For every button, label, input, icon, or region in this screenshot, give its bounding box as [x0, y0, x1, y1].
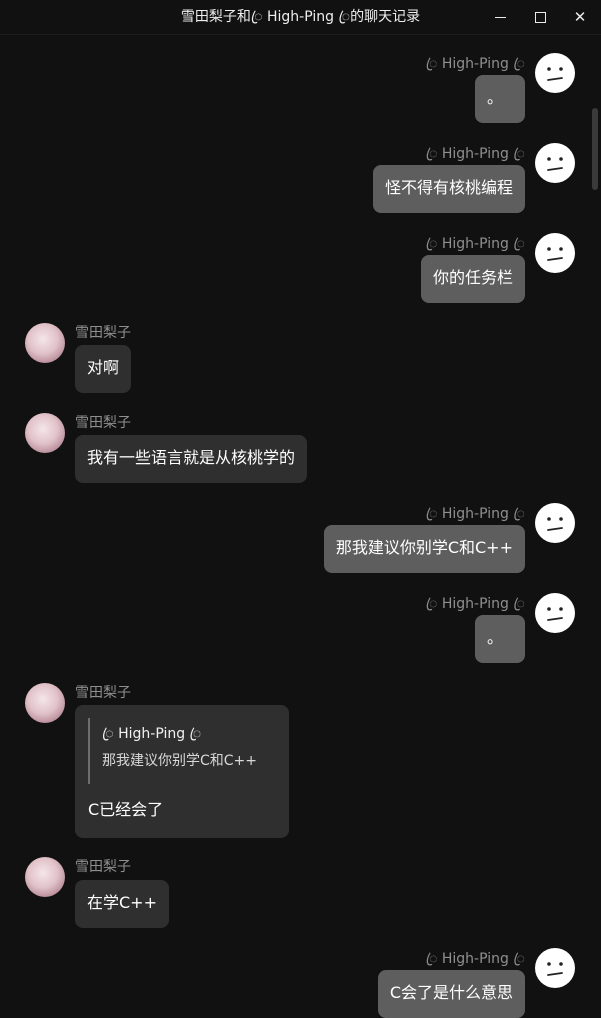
avatar[interactable]: [25, 323, 65, 363]
avatar[interactable]: [25, 413, 65, 453]
avatar[interactable]: [25, 857, 65, 897]
sender-name: 雪田梨子: [75, 859, 131, 875]
avatar[interactable]: [535, 233, 575, 273]
scrollbar-thumb[interactable]: [592, 108, 598, 190]
message-bubble[interactable]: C会了是什么意思: [377, 970, 525, 1018]
maximize-button[interactable]: [520, 0, 560, 34]
quoted-reply-bubble[interactable]: ꦿ High-Ping ꦿ 那我建议你别学C和C++ C已经会了: [75, 705, 289, 838]
message-bubble[interactable]: 对啊: [75, 345, 132, 393]
minimize-icon: [494, 17, 506, 18]
meh-face-icon: [536, 234, 574, 272]
avatar[interactable]: [535, 143, 575, 183]
quote-author: ꦿ High-Ping ꦿ: [102, 726, 202, 742]
avatar[interactable]: [25, 683, 65, 723]
avatar[interactable]: [535, 593, 575, 633]
message-bubble[interactable]: 我有一些语言就是从核桃学的: [75, 435, 308, 483]
avatar[interactable]: [535, 503, 575, 543]
meh-face-icon: [536, 504, 574, 542]
meh-face-icon: [536, 594, 574, 632]
minimize-button[interactable]: [480, 0, 520, 34]
message-bubble[interactable]: 。: [475, 615, 525, 663]
sender-name: 雪田梨子: [75, 685, 131, 701]
sender-name: 雪田梨子: [75, 415, 131, 431]
quote-text: 那我建议你别学C和C++: [102, 753, 258, 769]
reply-text: C已经会了: [88, 800, 164, 819]
message-bubble[interactable]: 在学C++: [75, 880, 169, 928]
quote-bar: [88, 718, 90, 784]
message-bubble[interactable]: 那我建议你别学C和C++: [323, 525, 525, 573]
close-button[interactable]: ✕: [560, 0, 600, 34]
sender-name: 雪田梨子: [75, 325, 131, 341]
meh-face-icon: [536, 949, 574, 987]
meh-face-icon: [536, 54, 574, 92]
title-bar: 雪田梨子和ꦿ High-Ping ꦿ的聊天记录 ✕: [0, 0, 601, 35]
maximize-icon: [534, 12, 546, 23]
avatar[interactable]: [535, 948, 575, 988]
message-bubble[interactable]: 。: [475, 75, 525, 123]
message-bubble[interactable]: 你的任务栏: [420, 255, 525, 303]
message-bubble[interactable]: 怪不得有核桃编程: [372, 165, 525, 213]
avatar[interactable]: [535, 53, 575, 93]
meh-face-icon: [536, 144, 574, 182]
